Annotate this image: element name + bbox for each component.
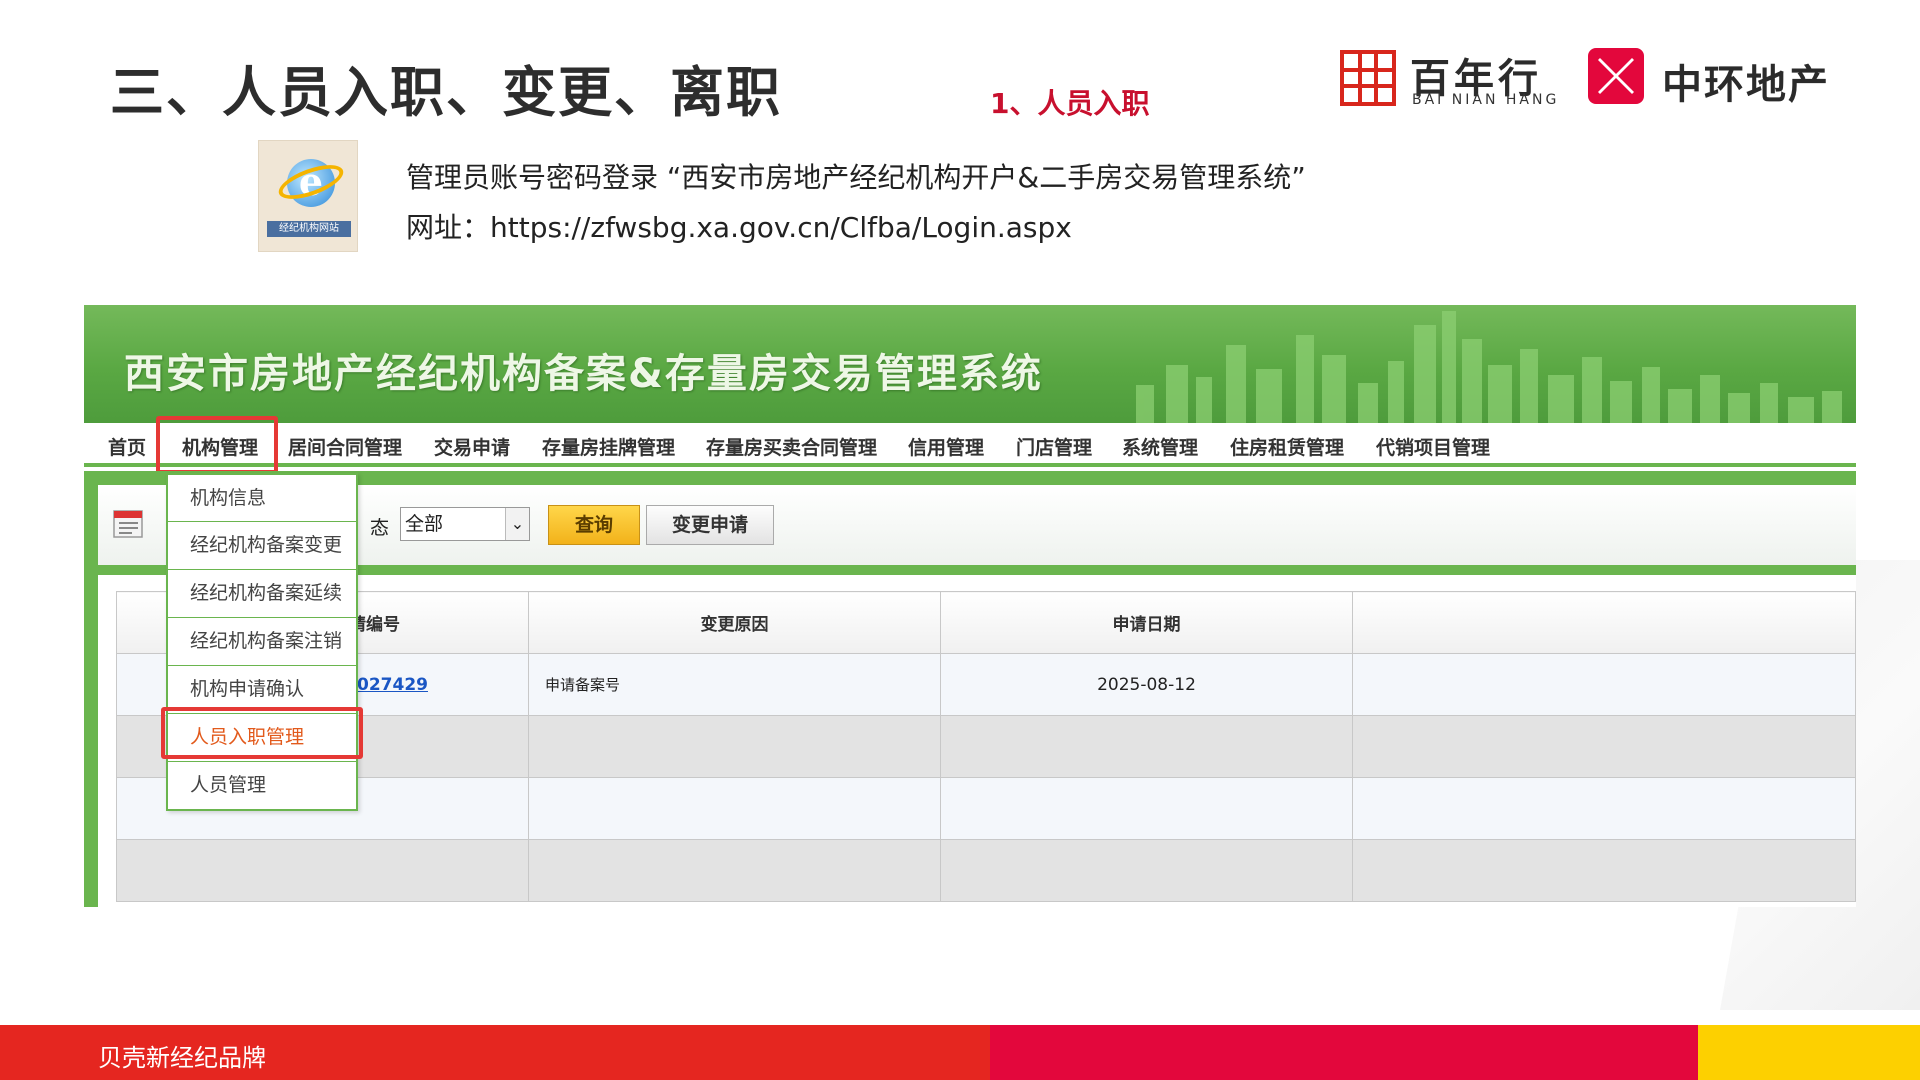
nav-store-management[interactable]: 门店管理 <box>1016 433 1092 460</box>
desktop-shortcut[interactable]: e 经纪机构网站 <box>258 140 358 252</box>
status-select[interactable]: 全部 ⌄ <box>400 507 530 541</box>
header-extra <box>1352 591 1856 654</box>
bainianhang-logo: 百年行 BAI NIAN HANG <box>1340 46 1560 110</box>
table-row <box>116 715 1856 778</box>
footer-bar-crimson <box>990 1025 1698 1080</box>
results-table: 请编号 变更原因 申请日期 027429 申请备案号 2025-08-12 <box>116 591 1856 902</box>
footer-brand-text: 贝壳新经纪品牌 <box>98 1044 266 1072</box>
nav-system-management[interactable]: 系统管理 <box>1122 433 1198 460</box>
query-button[interactable]: 查询 <box>548 505 640 545</box>
header-change-reason: 变更原因 <box>528 591 941 654</box>
system-nav: 首页 机构管理 居间合同管理 交易申请 存量房挂牌管理 存量房买卖合同管理 信用… <box>84 423 1856 467</box>
nav-agency-project[interactable]: 代销项目管理 <box>1376 433 1490 460</box>
nav-credit-management[interactable]: 信用管理 <box>908 433 984 460</box>
system-screenshot: 西安市房地产经纪机构备案&存量房交易管理系统 首页 机构管理 居间合同管理 交易… <box>84 305 1856 907</box>
org-management-dropdown: 机构信息 经纪机构备案变更 经纪机构备案延续 经纪机构备案注销 机构申请确认 人… <box>166 473 358 811</box>
dropdown-highlight-box <box>161 707 363 759</box>
nav-home[interactable]: 首页 <box>108 433 146 460</box>
bainianhang-mark-icon <box>1340 50 1396 106</box>
slide-title: 三、人员入职、变更、离职 <box>110 61 782 124</box>
change-request-button[interactable]: 变更申请 <box>646 505 774 545</box>
slide-subtitle: 1、人员入职 <box>990 87 1150 120</box>
table-row <box>116 777 1856 840</box>
zhonghuan-chinese: 中环地产 <box>1662 62 1830 108</box>
nav-brokerage-contract[interactable]: 居间合同管理 <box>288 433 402 460</box>
system-title: 西安市房地产经纪机构备案&存量房交易管理系统 <box>124 351 1043 397</box>
nav-listing-management[interactable]: 存量房挂牌管理 <box>542 433 675 460</box>
cell-extra <box>1352 653 1856 716</box>
chevron-down-icon[interactable]: ⌄ <box>505 508 529 540</box>
cell-application-date: 2025-08-12 <box>940 653 1353 716</box>
nav-sales-contract[interactable]: 存量房买卖合同管理 <box>706 433 877 460</box>
header-application-date: 申请日期 <box>940 591 1353 654</box>
cell-change-reason: 申请备案号 <box>528 653 941 716</box>
dropdown-filing-cancel[interactable]: 经纪机构备案注销 <box>167 618 357 666</box>
nav-highlight-box <box>156 416 278 474</box>
dropdown-staff-management[interactable]: 人员管理 <box>167 762 357 810</box>
status-label: 态 <box>370 517 390 539</box>
table-row <box>116 839 1856 902</box>
dropdown-org-info[interactable]: 机构信息 <box>167 474 357 522</box>
zhonghuan-logo: 中环地产 <box>1588 46 1868 110</box>
system-banner: 西安市房地产经纪机构备案&存量房交易管理系统 <box>84 305 1856 423</box>
bainianhang-english: BAI NIAN HANG <box>1412 92 1560 108</box>
status-select-value: 全部 <box>405 513 444 535</box>
document-list-icon <box>113 510 143 538</box>
dropdown-filing-change[interactable]: 经纪机构备案变更 <box>167 522 357 570</box>
login-url: 网址：https://zfwsbg.xa.gov.cn/Clfba/Login.… <box>406 211 1072 244</box>
table-header-row: 请编号 变更原因 申请日期 <box>116 591 1856 654</box>
login-instruction: 管理员账号密码登录 “西安市房地产经纪机构开户&二手房交易管理系统” <box>406 161 1306 194</box>
search-toolbar: 态 全部 ⌄ 查询 变更申请 <box>98 485 1856 565</box>
nav-trade-application[interactable]: 交易申请 <box>434 433 510 460</box>
footer-bar-yellow <box>1698 1025 1920 1080</box>
nav-rental-management[interactable]: 住房租赁管理 <box>1230 433 1344 460</box>
desktop-shortcut-label: 经纪机构网站 <box>267 221 351 237</box>
city-skyline-icon <box>1136 311 1842 423</box>
table-row: 027429 申请备案号 2025-08-12 <box>116 653 1856 716</box>
dropdown-filing-extension[interactable]: 经纪机构备案延续 <box>167 570 357 618</box>
zhonghuan-mark-icon <box>1588 48 1644 104</box>
